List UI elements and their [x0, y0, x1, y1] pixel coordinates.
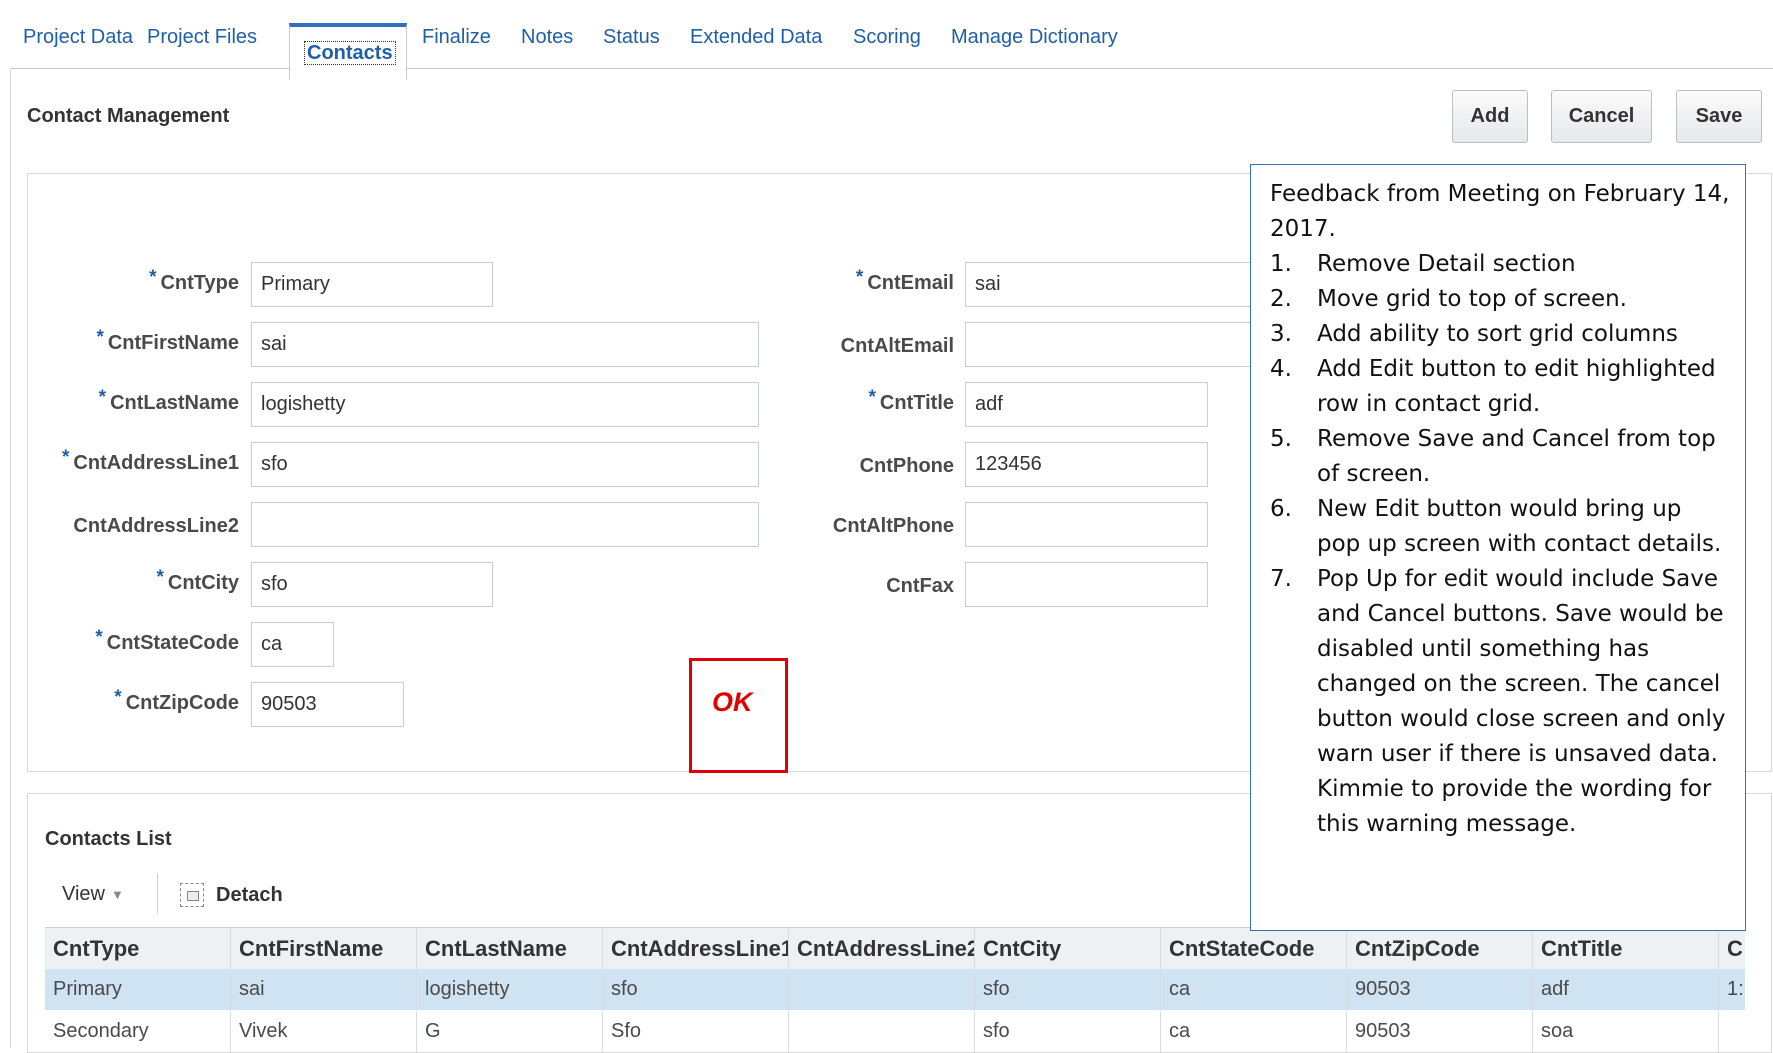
cnt-last-name-field[interactable]: logishetty — [251, 382, 759, 427]
table-cell: 90503 — [1347, 969, 1533, 1010]
column-header[interactable]: CntZipCode — [1347, 928, 1533, 969]
column-header[interactable]: CntStateCode — [1161, 928, 1347, 969]
contacts-list-title: Contacts List — [45, 828, 172, 850]
caret-down-icon: ▼ — [111, 887, 124, 902]
cnt-address-line2-label: CntAddressLine2 — [73, 515, 239, 537]
save-button[interactable]: Save — [1676, 90, 1762, 143]
cnt-zip-code-field[interactable]: 90503 — [251, 682, 404, 727]
table-cell: Vivek — [231, 1011, 417, 1052]
cnt-alt-phone-label: CntAltPhone — [832, 515, 954, 537]
feedback-item: 3. Add ability to sort grid columns — [1270, 321, 1678, 347]
detach-label: Detach — [216, 883, 283, 906]
column-header[interactable]: CntFirstName — [231, 928, 417, 969]
cnt-city-field[interactable]: sfo — [251, 562, 493, 607]
view-menu-label: View — [62, 883, 105, 905]
table-cell — [789, 969, 975, 1010]
tab-manage-dictionary[interactable]: Manage Dictionary — [951, 26, 1118, 49]
table-cell: sfo — [975, 969, 1161, 1010]
table-row[interactable]: Primary sai logishetty sfo sfo ca 90503 … — [45, 969, 1745, 1010]
table-cell: ca — [1161, 969, 1347, 1010]
cnt-phone-label: CntPhone — [859, 455, 954, 477]
tab-project-files[interactable]: Project Files — [147, 26, 257, 49]
table-cell — [789, 1011, 975, 1052]
toolbar-separator — [157, 873, 158, 913]
tab-contacts[interactable]: Contacts — [289, 23, 407, 80]
page-title: Contact Management — [27, 105, 230, 127]
cancel-button[interactable]: Cancel — [1551, 90, 1652, 143]
tab-bar: Project Data Project Files Contacts Fina… — [10, 10, 1773, 80]
feedback-note: Feedback from Meeting on February 14, 20… — [1250, 164, 1746, 931]
column-header[interactable]: CntLastName — [417, 928, 603, 969]
tab-contacts-label: Contacts — [304, 41, 396, 65]
cnt-email-field[interactable]: sai — [965, 262, 1255, 307]
table-cell: logishetty — [417, 969, 603, 1010]
view-menu[interactable]: View ▼ — [62, 883, 124, 906]
table-cell: sai — [231, 969, 417, 1010]
tab-project-data[interactable]: Project Data — [23, 26, 133, 49]
cnt-email-label: * CntEmail — [855, 267, 954, 294]
feedback-item: 7. Pop Up for edit would include Save and… — [1270, 566, 1726, 837]
column-header[interactable]: CntAddressLine2 — [789, 928, 975, 969]
table-cell: adf — [1533, 969, 1719, 1010]
cnt-address-line1-field[interactable]: sfo — [251, 442, 759, 487]
add-button[interactable]: Add — [1452, 90, 1528, 143]
feedback-item: 4. Add Edit button to edit highlighted ro… — [1270, 356, 1716, 417]
cnt-alt-email-label: CntAltEmail — [840, 335, 954, 357]
tab-finalize[interactable]: Finalize — [422, 26, 491, 49]
cnt-phone-field[interactable]: 123456 — [965, 442, 1208, 487]
feedback-note-heading: Feedback from Meeting on February 14, 20… — [1270, 181, 1730, 242]
table-cell: soa — [1533, 1011, 1719, 1052]
cnt-type-field[interactable]: Primary — [251, 262, 493, 307]
feedback-item: 6. New Edit button would bring up pop up … — [1270, 496, 1722, 557]
cnt-state-code-field[interactable]: ca — [251, 622, 334, 667]
tab-extended-data[interactable]: Extended Data — [690, 26, 822, 49]
table-cell: ca — [1161, 1011, 1347, 1052]
cnt-state-code-label: * CntStateCode — [95, 627, 239, 654]
cnt-city-label: * CntCity — [156, 567, 239, 594]
cnt-address-line1-label: * CntAddressLine1 — [62, 447, 239, 474]
column-header[interactable]: CntAddressLine1 — [603, 928, 789, 969]
ok-annotation-text: OK — [712, 687, 753, 717]
cnt-first-name-field[interactable]: sai — [251, 322, 759, 367]
cnt-fax-label: CntFax — [886, 575, 954, 597]
feedback-item: 5. Remove Save and Cancel from top of scr… — [1270, 426, 1716, 487]
table-cell: Primary — [45, 969, 231, 1010]
table-cell: Sfo — [603, 1011, 789, 1052]
cnt-fax-field[interactable] — [965, 562, 1208, 607]
tab-notes[interactable]: Notes — [521, 26, 573, 49]
table-cell: 1: — [1727, 978, 1744, 1000]
column-header[interactable]: CntType — [45, 928, 231, 969]
cnt-address-line2-field[interactable] — [251, 502, 759, 547]
cnt-last-name-label: * CntLastName — [98, 387, 239, 414]
cnt-alt-email-field[interactable] — [965, 322, 1255, 367]
tab-status[interactable]: Status — [603, 26, 660, 49]
cnt-first-name-label: * CntFirstName — [96, 327, 239, 354]
table-cell — [1719, 1011, 1745, 1052]
column-header[interactable]: CntCity — [975, 928, 1161, 969]
cnt-alt-phone-field[interactable] — [965, 502, 1208, 547]
column-header[interactable]: CntTitle — [1533, 928, 1719, 969]
table-cell: sfo — [603, 969, 789, 1010]
feedback-item: 1. Remove Detail section — [1270, 251, 1576, 277]
cnt-title-field[interactable]: adf — [965, 382, 1208, 427]
table-row[interactable]: Secondary Vivek G Sfo sfo ca 90503 soa — [45, 1011, 1745, 1052]
cnt-title-label: * CntTitle — [868, 387, 954, 414]
detach-button[interactable]: Detach — [180, 883, 283, 907]
tab-scoring[interactable]: Scoring — [853, 26, 921, 49]
column-header[interactable]: C — [1719, 928, 1745, 969]
feedback-item: 2. Move grid to top of screen. — [1270, 286, 1627, 312]
feedback-list: 1. Remove Detail section 2. Move grid to t… — [1270, 247, 1731, 842]
table-cell: Secondary — [45, 1011, 231, 1052]
cnt-zip-code-label: * CntZipCode — [114, 687, 239, 714]
grid-header-row: CntType CntFirstName CntLastName CntAddr… — [45, 927, 1745, 970]
table-cell: sfo — [975, 1011, 1161, 1052]
cnt-type-label: * CntType — [149, 267, 239, 294]
table-cell: G — [417, 1011, 603, 1052]
detach-icon — [180, 883, 204, 907]
table-cell: 90503 — [1347, 1011, 1533, 1052]
